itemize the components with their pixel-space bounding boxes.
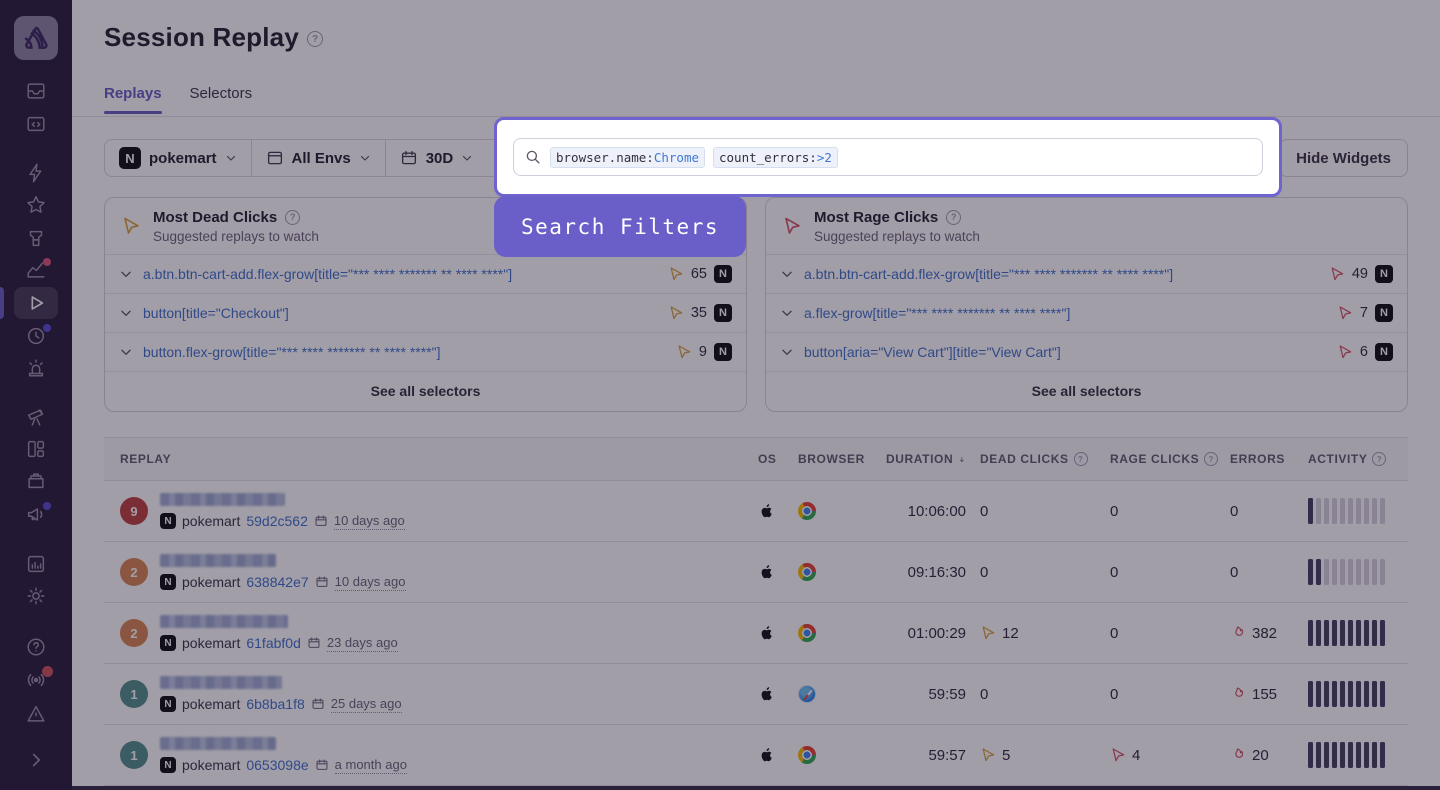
app-window: Session Replay ? Replays Selectors N pok… — [0, 0, 1440, 790]
search-filter-chip[interactable]: browser.name:Chrome — [550, 147, 705, 168]
search-icon — [524, 148, 542, 166]
search-filter-chip[interactable]: count_errors:>2 — [713, 147, 838, 168]
search-spotlight: browser.name:Chrome count_errors:>2 — [494, 117, 1282, 197]
tour-tooltip: Search Filters — [494, 196, 746, 257]
search-input[interactable]: browser.name:Chrome count_errors:>2 — [513, 138, 1263, 176]
